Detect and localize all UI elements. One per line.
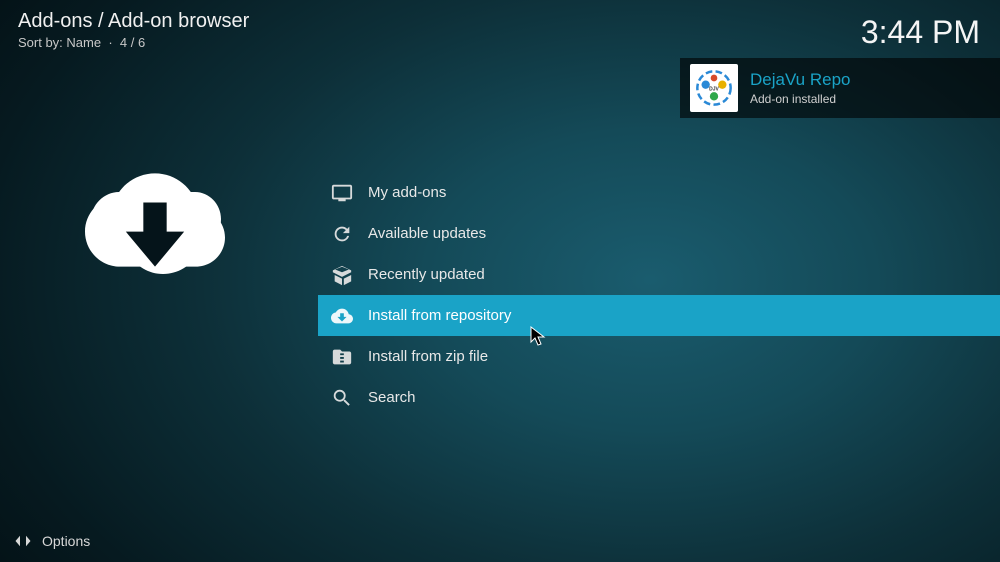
menu-item-my-addons[interactable]: My add-ons	[318, 172, 1000, 213]
list-position: 4 / 6	[120, 35, 145, 50]
menu-item-recently-updated[interactable]: Recently updated	[318, 254, 1000, 295]
sort-value: Name	[66, 35, 101, 50]
svg-text:DJV: DJV	[709, 87, 719, 93]
notification-title: DejaVu Repo	[750, 70, 851, 90]
zip-icon	[330, 345, 354, 369]
notification-addon-icon: DJV	[690, 64, 738, 112]
notification-toast: DJV DejaVu Repo Add-on installed	[680, 58, 1000, 118]
cloud-download-icon	[330, 304, 354, 328]
menu-item-install-from-repository[interactable]: Install from repository	[318, 295, 1000, 336]
menu-item-install-from-zip[interactable]: Install from zip file	[318, 336, 1000, 377]
menu-item-label: My add-ons	[368, 184, 446, 201]
notification-subtitle: Add-on installed	[750, 92, 851, 106]
menu-item-label: Available updates	[368, 225, 486, 242]
menu-item-label: Recently updated	[368, 266, 485, 283]
menu-item-search[interactable]: Search	[318, 377, 1000, 418]
breadcrumb: Add-ons / Add-on browser	[18, 10, 982, 33]
menu-item-available-updates[interactable]: Available updates	[318, 213, 1000, 254]
sort-label: Sort by:	[18, 35, 63, 50]
refresh-icon	[330, 222, 354, 246]
menu-item-label: Search	[368, 389, 416, 406]
menu-item-label: Install from repository	[368, 307, 511, 324]
tv-icon	[330, 181, 354, 205]
cloud-download-large-icon	[75, 150, 235, 290]
search-icon	[330, 386, 354, 410]
options-icon	[14, 532, 32, 550]
sort-line: Sort by: Name · 4 / 6	[18, 35, 982, 50]
footer-options[interactable]: Options	[14, 532, 90, 550]
header: Add-ons / Add-on browser Sort by: Name ·…	[18, 10, 982, 50]
menu-list: My add-ons Available updates Recently up…	[318, 172, 1000, 418]
footer-options-label: Options	[42, 533, 90, 549]
menu-item-label: Install from zip file	[368, 348, 488, 365]
notification-text: DejaVu Repo Add-on installed	[750, 70, 851, 106]
clock: 3:44 PM	[861, 14, 980, 51]
box-open-icon	[330, 263, 354, 287]
